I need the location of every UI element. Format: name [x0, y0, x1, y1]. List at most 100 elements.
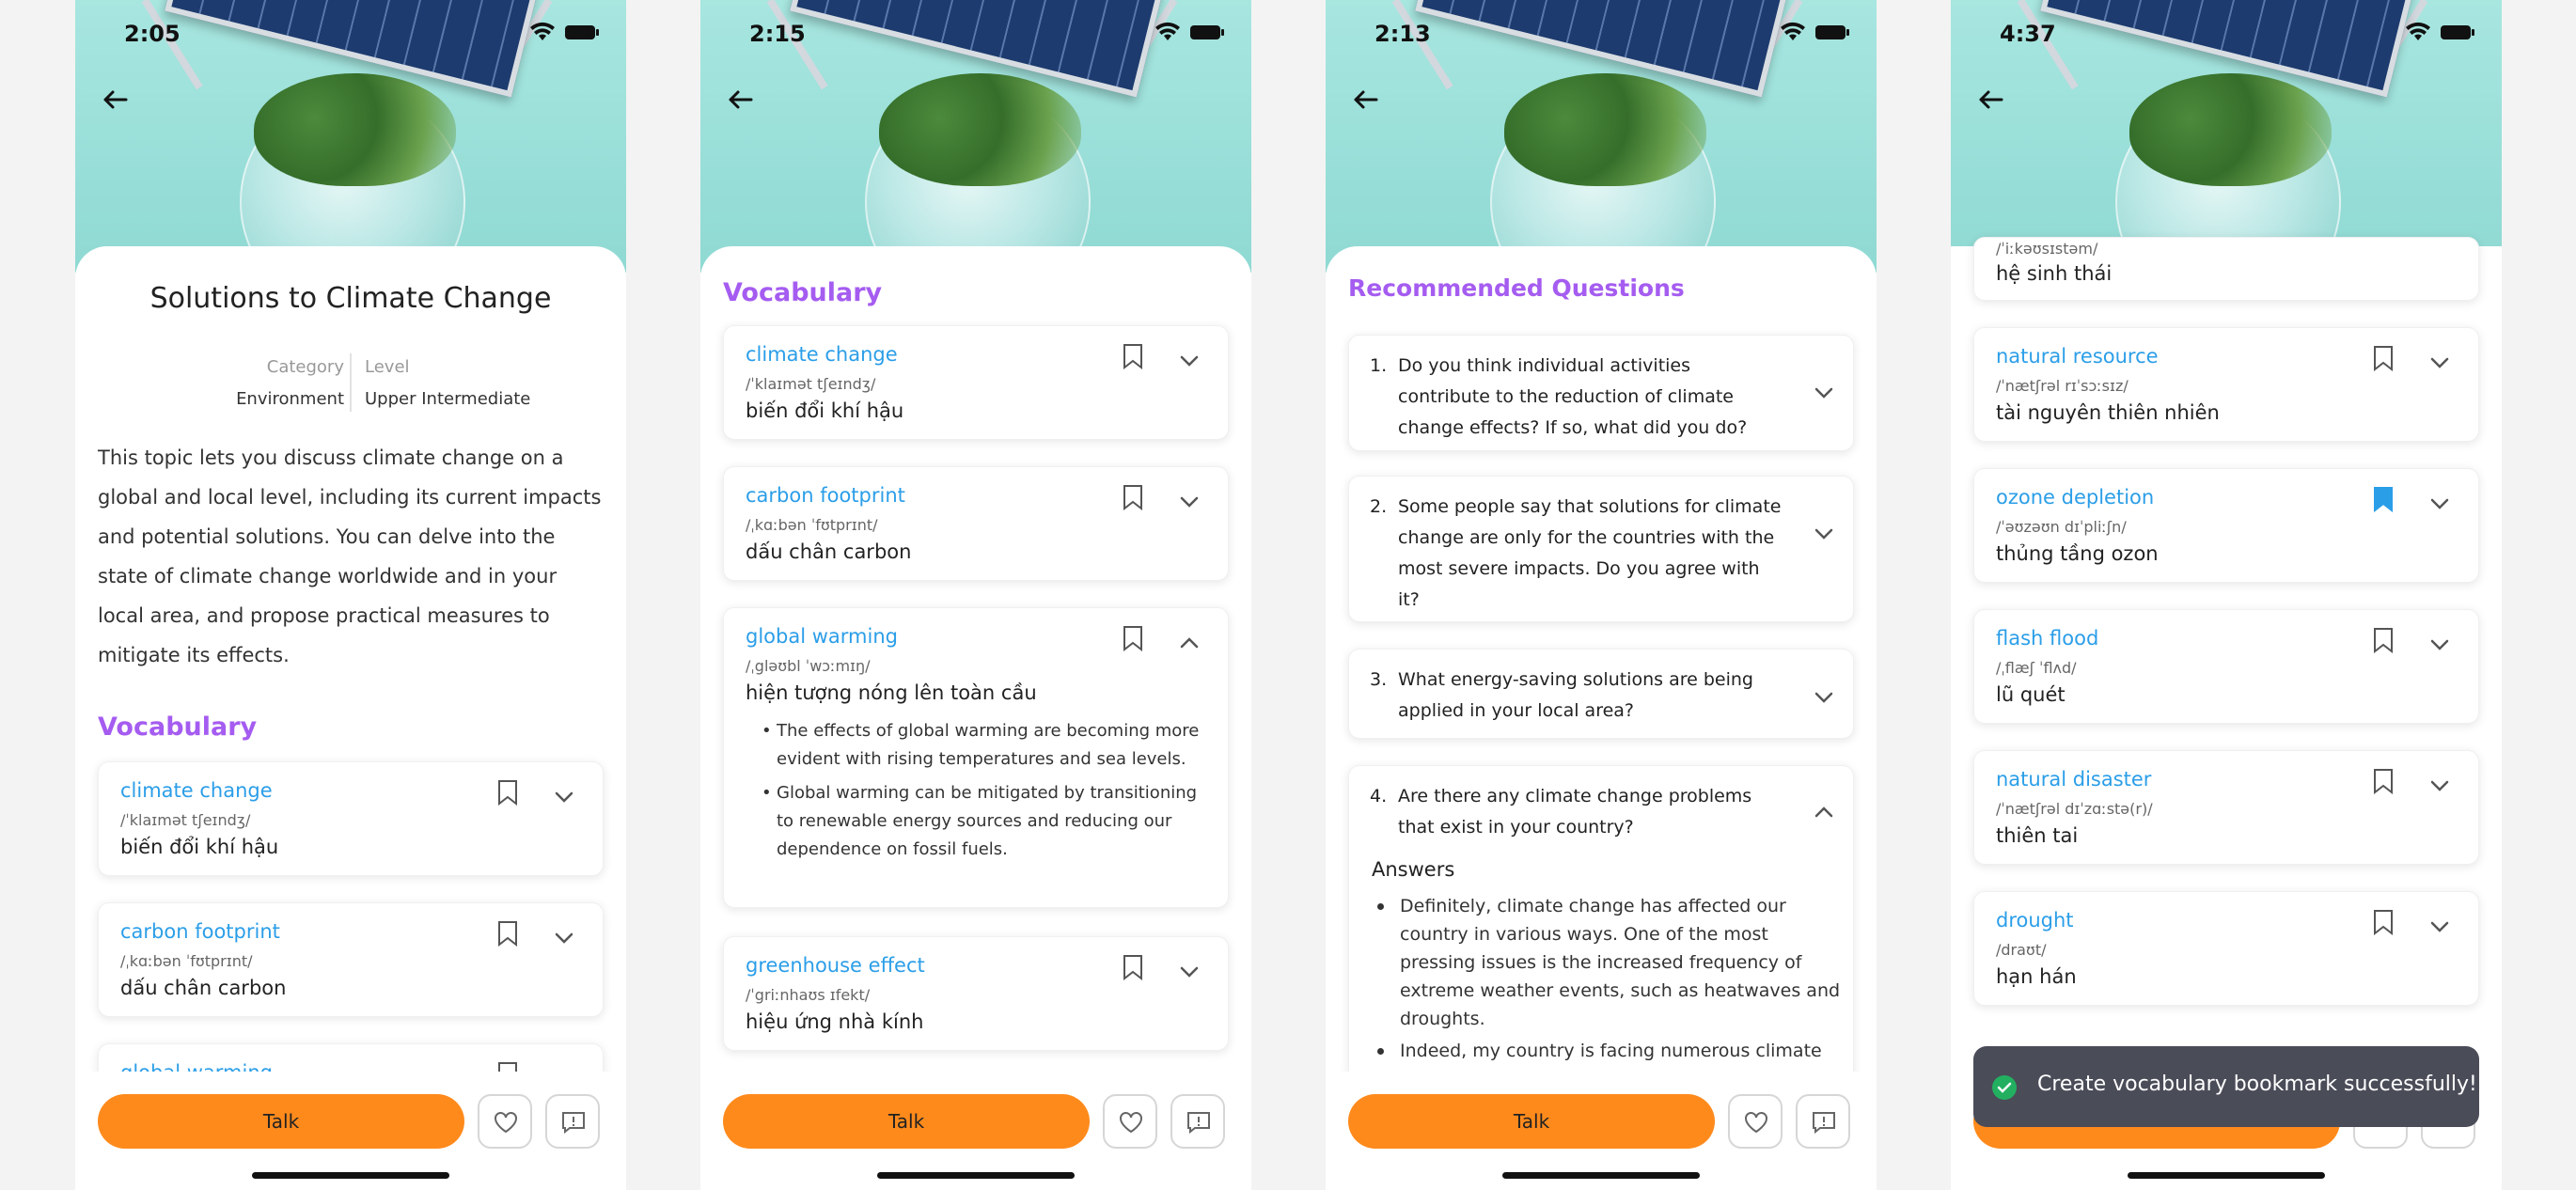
battery-icon — [1815, 25, 1849, 39]
vocab-card-expanded[interactable]: global warming /ˌgləʊbl ˈwɔːmɪŋ/ hiện tư… — [723, 607, 1229, 908]
bookmark-icon[interactable] — [2373, 627, 2394, 653]
vocab-ipa: /ˌkɑːbən ˈfʊtprɪnt/ — [120, 952, 253, 970]
chevron-down-icon[interactable] — [1179, 965, 1200, 979]
vocab-word: carbon footprint — [120, 920, 280, 943]
category-value: Environment — [236, 389, 344, 409]
chevron-down-icon[interactable] — [2429, 779, 2450, 792]
vocab-meaning: hiện tượng nóng lên toàn cầu — [746, 681, 1037, 704]
question-card[interactable]: 2. Some people say that solutions for cl… — [1348, 476, 1854, 622]
vocab-ipa: /ˈiːkəʊsɪstəm/ — [1996, 240, 2098, 258]
chevron-down-icon[interactable] — [554, 791, 574, 804]
vocab-ipa: /ˈnætʃrəl dɪˈzɑːstə(r)/ — [1996, 800, 2153, 818]
vocab-word: ozone depletion — [1996, 486, 2155, 509]
vocab-ipa: /ˌflæʃ ˈflʌd/ — [1996, 659, 2077, 677]
category-label: Category — [266, 357, 344, 377]
vocab-meaning: thiên tai — [1996, 824, 2079, 847]
chevron-down-icon[interactable] — [2429, 920, 2450, 933]
vocab-card[interactable]: carbon footprint /ˌkɑːbən ˈfʊtprɪnt/ dấu… — [98, 902, 604, 1017]
toast-message: Create vocabulary bookmark successfully! — [2037, 1073, 2477, 1096]
check-circle-icon — [1992, 1075, 2017, 1100]
feedback-button[interactable] — [545, 1094, 600, 1149]
vocab-ipa: /ˌkɑːbən ˈfʊtprɪnt/ — [746, 516, 878, 534]
question-card[interactable]: 1. Do you think individual activities co… — [1348, 335, 1854, 451]
vocab-card[interactable]: carbon footprint /ˌkɑːbən ˈfʊtprɪnt/ dấu… — [723, 466, 1229, 581]
vocab-card[interactable]: flash flood /ˌflæʃ ˈflʌd/ lũ quét — [1973, 609, 2479, 724]
vocab-card[interactable]: natural resource /ˈnætʃrəl rɪˈsɔːsɪz/ tà… — [1973, 327, 2479, 442]
vocab-card[interactable]: climate change /ˈklaɪmət tʃeɪndʒ/ biến đ… — [98, 761, 604, 876]
chevron-down-icon[interactable] — [1814, 691, 1834, 704]
bookmark-icon[interactable] — [1123, 625, 1143, 651]
bottom-action-bar: Talk — [1326, 1072, 1877, 1190]
topic-meta: Category Environment Level Upper Interme… — [75, 352, 626, 414]
question-number: 4. — [1370, 786, 1388, 806]
bookmark-filled-icon[interactable] — [2373, 486, 2394, 512]
bookmark-icon[interactable] — [497, 779, 518, 806]
home-indicator — [1502, 1172, 1700, 1179]
question-number: 1. — [1370, 355, 1388, 376]
example-item: The effects of global warming are becomi… — [762, 717, 1203, 774]
example-item: Global warming can be mitigated by trans… — [762, 779, 1203, 864]
vocab-card[interactable]: climate change /ˈklaɪmət tʃeɪndʒ/ biến đ… — [723, 325, 1229, 440]
bookmark-icon[interactable] — [2373, 345, 2394, 371]
bookmark-icon[interactable] — [2373, 909, 2394, 935]
chevron-down-icon[interactable] — [2429, 497, 2450, 510]
status-bar: 4:37 — [1951, 0, 2502, 66]
feedback-button[interactable] — [1170, 1094, 1225, 1149]
chevron-up-icon[interactable] — [1179, 636, 1200, 650]
message-alert-icon — [1813, 1112, 1835, 1135]
chevron-down-icon[interactable] — [554, 932, 574, 945]
favorite-button[interactable] — [1728, 1094, 1783, 1149]
home-indicator — [2128, 1172, 2325, 1179]
feedback-button[interactable] — [1796, 1094, 1850, 1149]
bookmark-icon[interactable] — [1123, 343, 1143, 369]
bookmark-icon[interactable] — [497, 920, 518, 947]
question-number: 3. — [1370, 669, 1388, 690]
vocab-meaning: hiệu ứng nhà kính — [746, 1010, 924, 1033]
back-arrow-icon[interactable] — [1973, 83, 2007, 117]
status-time: 2:13 — [1374, 21, 1431, 47]
vocab-meaning: biến đổi khí hậu — [120, 836, 279, 858]
bookmark-icon[interactable] — [2373, 768, 2394, 794]
questions-heading: Recommended Questions — [1348, 274, 1685, 302]
chevron-down-icon[interactable] — [2429, 638, 2450, 651]
bookmark-icon[interactable] — [1123, 954, 1143, 980]
vocab-card[interactable]: ozone depletion /ˈəʊzəʊn dɪˈpliːʃn/ thủn… — [1973, 468, 2479, 583]
chevron-down-icon[interactable] — [1179, 354, 1200, 368]
talk-button[interactable]: Talk — [98, 1094, 464, 1149]
question-text: What energy-saving solutions are being a… — [1398, 669, 1753, 721]
favorite-button[interactable] — [1103, 1094, 1157, 1149]
vocab-ipa: /draʊt/ — [1996, 941, 2047, 959]
vocab-ipa: /ˈklaɪmət tʃeɪndʒ/ — [746, 375, 876, 393]
question-card[interactable]: 3. What energy-saving solutions are bein… — [1348, 649, 1854, 739]
heart-icon — [495, 1112, 517, 1134]
vocabulary-heading: Vocabulary — [723, 278, 883, 307]
back-arrow-icon[interactable] — [98, 83, 132, 117]
chevron-down-icon[interactable] — [2429, 356, 2450, 369]
question-text: Do you think individual activities contr… — [1398, 355, 1748, 438]
wifi-icon — [1155, 22, 1180, 40]
talk-button[interactable]: Talk — [723, 1094, 1090, 1149]
bookmark-icon[interactable] — [1123, 484, 1143, 510]
vocab-word: natural resource — [1996, 345, 2159, 368]
vocab-card[interactable]: natural disaster /ˈnætʃrəl dɪˈzɑːstə(r)/… — [1973, 750, 2479, 865]
question-text: Are there any climate change problems th… — [1398, 786, 1752, 838]
favorite-button[interactable] — [478, 1094, 532, 1149]
level-value: Upper Intermediate — [365, 389, 531, 409]
vocab-ipa: /ˈəʊzəʊn dɪˈpliːʃn/ — [1996, 518, 2127, 536]
vocab-card[interactable]: drought /draʊt/ hạn hán — [1973, 891, 2479, 1006]
vocab-card-partial[interactable]: /ˈiːkəʊsɪstəm/ hệ sinh thái — [1973, 237, 2479, 301]
topic-title: Solutions to Climate Change — [149, 282, 552, 315]
question-card-expanded[interactable]: 4. Are there any climate change problems… — [1348, 765, 1854, 1122]
talk-button[interactable]: Talk — [1348, 1094, 1715, 1149]
chevron-up-icon[interactable] — [1814, 806, 1834, 819]
chevron-down-icon[interactable] — [1814, 527, 1834, 540]
status-time: 2:05 — [124, 21, 181, 47]
back-arrow-icon[interactable] — [1348, 83, 1382, 117]
chevron-down-icon[interactable] — [1179, 495, 1200, 509]
vocab-meaning: dấu chân carbon — [746, 540, 912, 563]
vocab-card[interactable]: greenhouse effect /ˈgriːnhaʊs ɪfekt/ hiệ… — [723, 936, 1229, 1051]
success-toast: Create vocabulary bookmark successfully! — [1973, 1046, 2479, 1127]
chevron-down-icon[interactable] — [1814, 386, 1834, 399]
back-arrow-icon[interactable] — [723, 83, 757, 117]
status-time: 4:37 — [2000, 21, 2056, 47]
